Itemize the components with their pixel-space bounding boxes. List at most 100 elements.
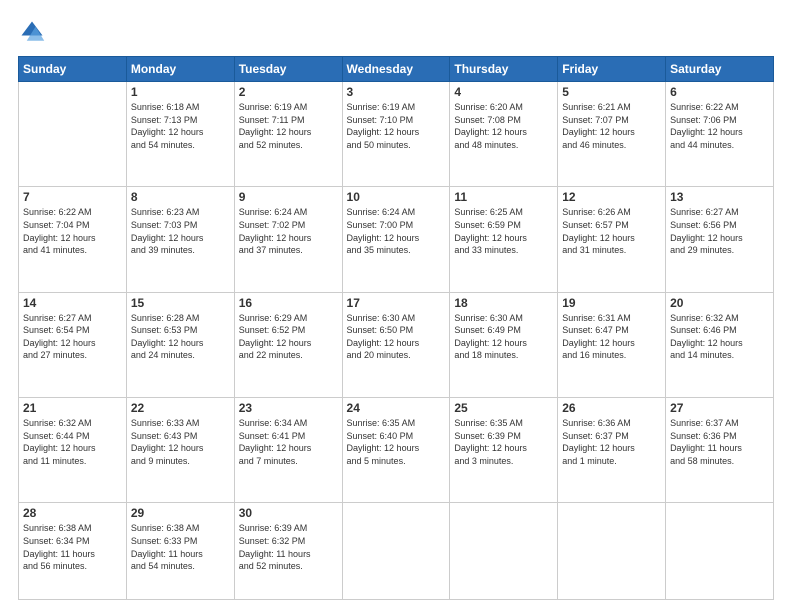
cell-info: Sunrise: 6:24 AM Sunset: 7:02 PM Dayligh… [239,206,338,256]
cell-info: Sunrise: 6:27 AM Sunset: 6:54 PM Dayligh… [23,312,122,362]
cell-info: Sunrise: 6:31 AM Sunset: 6:47 PM Dayligh… [562,312,661,362]
cell-info: Sunrise: 6:32 AM Sunset: 6:46 PM Dayligh… [670,312,769,362]
cell-info: Sunrise: 6:18 AM Sunset: 7:13 PM Dayligh… [131,101,230,151]
day-number: 26 [562,401,661,415]
day-number: 2 [239,85,338,99]
calendar-cell: 16Sunrise: 6:29 AM Sunset: 6:52 PM Dayli… [234,292,342,397]
calendar-cell: 17 Sunrise: 6:30 AM Sunset: 6:50 PM Dayli… [342,292,450,397]
weekday-header-thursday: Thursday [450,57,558,82]
calendar-cell: 11 Sunrise: 6:25 AM Sunset: 6:59 PM Dayli… [450,187,558,292]
day-number: 25 [454,401,553,415]
cell-info: Sunrise: 6:29 AM Sunset: 6:52 PM Dayligh… [239,312,338,362]
day-number: 20 [670,296,769,310]
weekday-header-friday: Friday [558,57,666,82]
logo-icon [18,18,46,46]
calendar-cell: 12Sunrise: 6:26 AM Sunset: 6:57 PM Dayli… [558,187,666,292]
day-number: 22 [131,401,230,415]
day-number: 30 [239,506,338,520]
day-number: 4 [454,85,553,99]
cell-info: Sunrise: 6:37 AM Sunset: 6:36 PM Dayligh… [670,417,769,467]
cell-info: Sunrise: 6:35 AM Sunset: 6:39 PM Dayligh… [454,417,553,467]
cell-info: Sunrise: 6:19 AM Sunset: 7:11 PM Dayligh… [239,101,338,151]
cell-info: Sunrise: 6:22 AM Sunset: 7:04 PM Dayligh… [23,206,122,256]
cell-info: Sunrise: 6:35 AM Sunset: 6:40 PM Dayligh… [347,417,446,467]
cell-info: Sunrise: 6:24 AM Sunset: 7:00 PM Dayligh… [347,206,446,256]
calendar-cell: 25 Sunrise: 6:35 AM Sunset: 6:39 PM Dayli… [450,398,558,503]
day-number: 18 [454,296,553,310]
calendar-cell: 10 Sunrise: 6:24 AM Sunset: 7:00 PM Dayli… [342,187,450,292]
calendar-cell: 28 Sunrise: 6:38 AM Sunset: 6:34 PM Dayli… [19,503,127,600]
calendar-cell [342,503,450,600]
cell-info: Sunrise: 6:19 AM Sunset: 7:10 PM Dayligh… [347,101,446,151]
calendar-cell: 24 Sunrise: 6:35 AM Sunset: 6:40 PM Dayli… [342,398,450,503]
weekday-header-sunday: Sunday [19,57,127,82]
calendar-week-row: 1 Sunrise: 6:18 AM Sunset: 7:13 PM Daylig… [19,82,774,187]
cell-info: Sunrise: 6:21 AM Sunset: 7:07 PM Dayligh… [562,101,661,151]
day-number: 17 [347,296,446,310]
day-number: 24 [347,401,446,415]
calendar-cell [558,503,666,600]
calendar-cell: 13Sunrise: 6:27 AM Sunset: 6:56 PM Dayli… [666,187,774,292]
calendar-week-row: 14 Sunrise: 6:27 AM Sunset: 6:54 PM Dayli… [19,292,774,397]
day-number: 3 [347,85,446,99]
day-number: 6 [670,85,769,99]
cell-info: Sunrise: 6:39 AM Sunset: 6:32 PM Dayligh… [239,522,338,572]
cell-info: Sunrise: 6:26 AM Sunset: 6:57 PM Dayligh… [562,206,661,256]
calendar-cell: 4 Sunrise: 6:20 AM Sunset: 7:08 PM Daylig… [450,82,558,187]
calendar-week-row: 28 Sunrise: 6:38 AM Sunset: 6:34 PM Dayli… [19,503,774,600]
cell-info: Sunrise: 6:20 AM Sunset: 7:08 PM Dayligh… [454,101,553,151]
cell-info: Sunrise: 6:38 AM Sunset: 6:33 PM Dayligh… [131,522,230,572]
cell-info: Sunrise: 6:30 AM Sunset: 6:50 PM Dayligh… [347,312,446,362]
cell-info: Sunrise: 6:25 AM Sunset: 6:59 PM Dayligh… [454,206,553,256]
cell-info: Sunrise: 6:32 AM Sunset: 6:44 PM Dayligh… [23,417,122,467]
calendar-cell: 20 Sunrise: 6:32 AM Sunset: 6:46 PM Dayli… [666,292,774,397]
day-number: 28 [23,506,122,520]
calendar-cell: 3 Sunrise: 6:19 AM Sunset: 7:10 PM Daylig… [342,82,450,187]
weekday-header-row: SundayMondayTuesdayWednesdayThursdayFrid… [19,57,774,82]
day-number: 27 [670,401,769,415]
calendar-cell: 15Sunrise: 6:28 AM Sunset: 6:53 PM Dayli… [126,292,234,397]
day-number: 8 [131,190,230,204]
day-number: 19 [562,296,661,310]
calendar-cell: 2 Sunrise: 6:19 AM Sunset: 7:11 PM Daylig… [234,82,342,187]
calendar-cell: 8 Sunrise: 6:23 AM Sunset: 7:03 PM Daylig… [126,187,234,292]
cell-info: Sunrise: 6:22 AM Sunset: 7:06 PM Dayligh… [670,101,769,151]
calendar-cell: 22 Sunrise: 6:33 AM Sunset: 6:43 PM Dayli… [126,398,234,503]
calendar-cell: 26Sunrise: 6:36 AM Sunset: 6:37 PM Dayli… [558,398,666,503]
day-number: 1 [131,85,230,99]
cell-info: Sunrise: 6:34 AM Sunset: 6:41 PM Dayligh… [239,417,338,467]
calendar-cell [19,82,127,187]
calendar-table: SundayMondayTuesdayWednesdayThursdayFrid… [18,56,774,600]
weekday-header-tuesday: Tuesday [234,57,342,82]
day-number: 7 [23,190,122,204]
calendar-cell: 9 Sunrise: 6:24 AM Sunset: 7:02 PM Daylig… [234,187,342,292]
calendar-cell: 7 Sunrise: 6:22 AM Sunset: 7:04 PM Daylig… [19,187,127,292]
calendar-cell: 1 Sunrise: 6:18 AM Sunset: 7:13 PM Daylig… [126,82,234,187]
weekday-header-wednesday: Wednesday [342,57,450,82]
day-number: 5 [562,85,661,99]
page-header [18,18,774,46]
cell-info: Sunrise: 6:38 AM Sunset: 6:34 PM Dayligh… [23,522,122,572]
logo [18,18,50,46]
calendar-cell: 19 Sunrise: 6:31 AM Sunset: 6:47 PM Dayli… [558,292,666,397]
cell-info: Sunrise: 6:27 AM Sunset: 6:56 PM Dayligh… [670,206,769,256]
calendar-cell: 5 Sunrise: 6:21 AM Sunset: 7:07 PM Daylig… [558,82,666,187]
cell-info: Sunrise: 6:23 AM Sunset: 7:03 PM Dayligh… [131,206,230,256]
calendar-week-row: 7 Sunrise: 6:22 AM Sunset: 7:04 PM Daylig… [19,187,774,292]
day-number: 11 [454,190,553,204]
calendar-cell: 27 Sunrise: 6:37 AM Sunset: 6:36 PM Dayli… [666,398,774,503]
calendar-cell: 30 Sunrise: 6:39 AM Sunset: 6:32 PM Dayli… [234,503,342,600]
calendar-cell: 29 Sunrise: 6:38 AM Sunset: 6:33 PM Dayli… [126,503,234,600]
calendar-cell: 6 Sunrise: 6:22 AM Sunset: 7:06 PM Daylig… [666,82,774,187]
day-number: 14 [23,296,122,310]
calendar-cell [666,503,774,600]
calendar-cell [450,503,558,600]
calendar-cell: 18Sunrise: 6:30 AM Sunset: 6:49 PM Dayli… [450,292,558,397]
day-number: 29 [131,506,230,520]
calendar-cell: 21 Sunrise: 6:32 AM Sunset: 6:44 PM Dayli… [19,398,127,503]
day-number: 10 [347,190,446,204]
cell-info: Sunrise: 6:33 AM Sunset: 6:43 PM Dayligh… [131,417,230,467]
day-number: 21 [23,401,122,415]
calendar-cell: 14 Sunrise: 6:27 AM Sunset: 6:54 PM Dayli… [19,292,127,397]
day-number: 9 [239,190,338,204]
